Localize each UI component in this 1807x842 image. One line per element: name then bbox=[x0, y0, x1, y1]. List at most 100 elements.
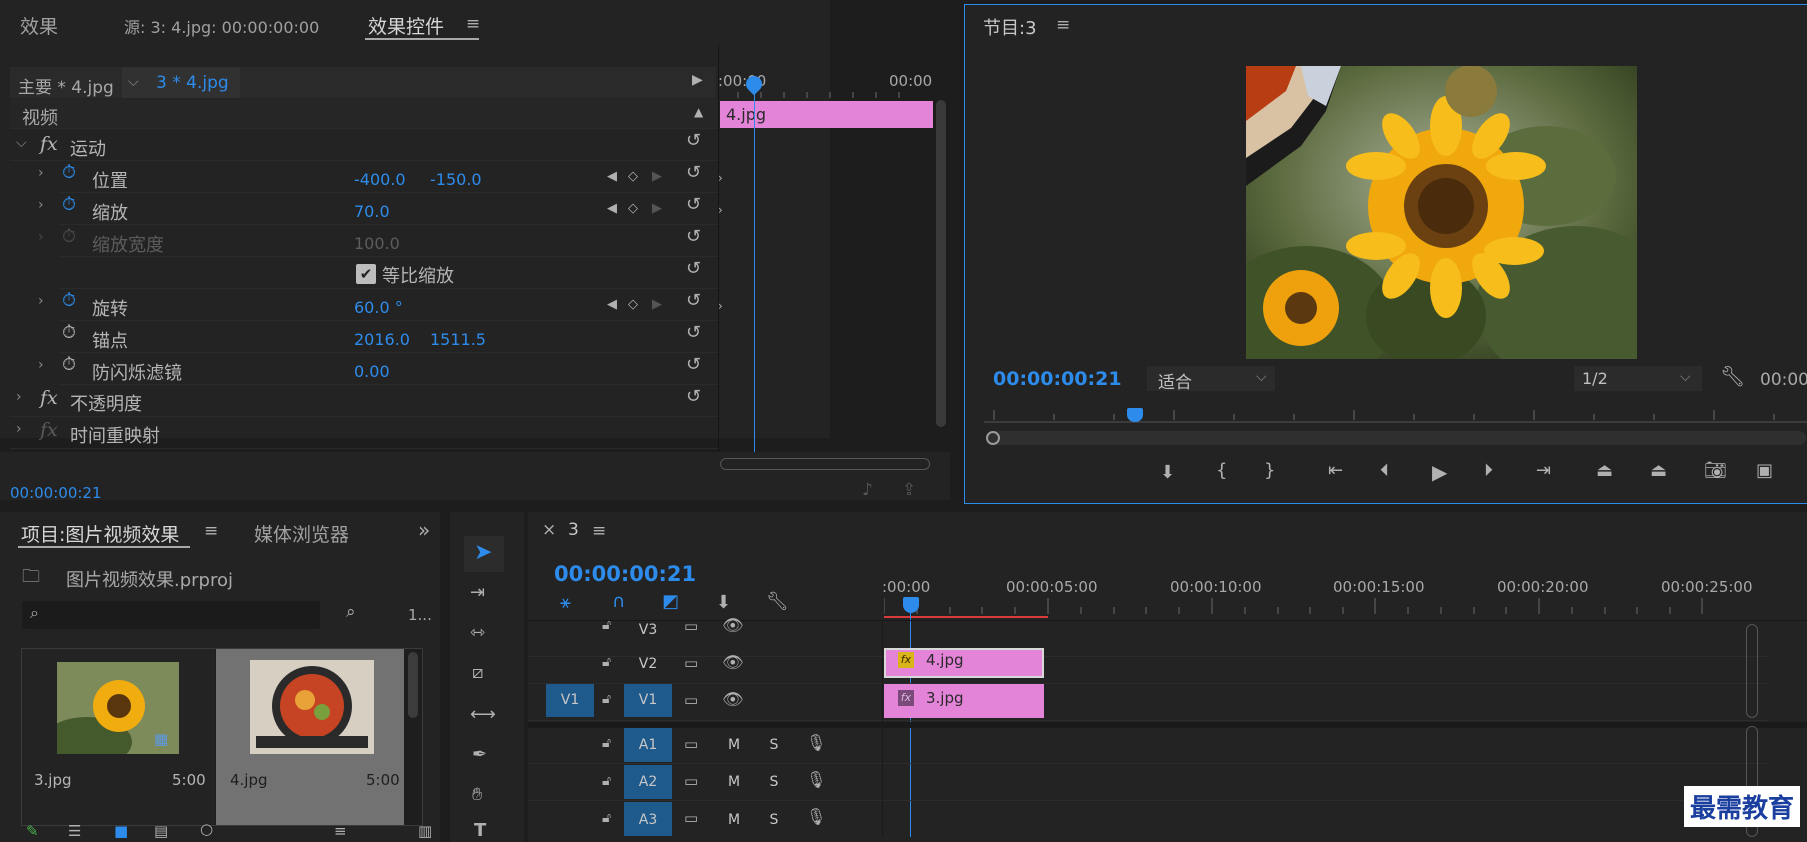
microphone-icon[interactable]: 🎙︎ bbox=[806, 809, 826, 825]
property-value[interactable]: 70.0 bbox=[354, 202, 390, 221]
add-marker-icon[interactable]: ⬇ bbox=[716, 594, 731, 612]
timeline-ruler-ticks[interactable] bbox=[884, 598, 1764, 618]
zoom-slider-icon[interactable]: ○ bbox=[200, 822, 213, 837]
chevron-down-icon[interactable]: ⌵ bbox=[128, 74, 139, 90]
slip-tool-icon[interactable]: ⟷ bbox=[470, 706, 496, 724]
add-keyframe-icon[interactable]: ◇ bbox=[628, 298, 638, 311]
program-timecode[interactable]: 00:00:00:21 bbox=[993, 368, 1122, 390]
next-keyframe-icon[interactable]: ▶ bbox=[652, 170, 662, 183]
checkbox-checked-icon[interactable]: ✔ bbox=[356, 264, 376, 284]
work-area-bar[interactable] bbox=[884, 616, 1048, 618]
sequence-tab[interactable]: 3 bbox=[568, 520, 579, 540]
extract-icon[interactable]: ⏏ bbox=[1650, 462, 1667, 480]
stopwatch-icon[interactable]: ⏱ bbox=[62, 164, 76, 182]
go-to-in-icon[interactable]: ⇤ bbox=[1328, 462, 1343, 480]
track-label[interactable]: V3 bbox=[628, 622, 668, 638]
expand-chevron-icon[interactable]: › bbox=[38, 197, 44, 213]
type-tool-icon[interactable]: T bbox=[474, 822, 486, 840]
pen-tool-icon[interactable]: ✒ bbox=[472, 746, 487, 764]
property-value-y[interactable]: 1511.5 bbox=[430, 330, 486, 349]
tab-project[interactable]: 项目:图片视频效果 bbox=[21, 520, 179, 547]
bin-scrollbar[interactable] bbox=[408, 652, 418, 718]
reset-icon[interactable]: ↺ bbox=[686, 356, 701, 374]
expand-chevron-icon[interactable]: › bbox=[16, 421, 22, 437]
lock-icon[interactable]: 🔓︎ bbox=[602, 655, 611, 669]
hamburger-icon[interactable]: ≡ bbox=[204, 523, 218, 540]
lock-icon[interactable]: 🔓︎ bbox=[602, 736, 611, 750]
property-value[interactable]: 60.0 ° bbox=[354, 298, 403, 317]
reset-icon[interactable]: ↺ bbox=[686, 324, 701, 342]
go-to-out-icon[interactable]: ⇥ bbox=[1536, 462, 1551, 480]
sync-lock-icon[interactable]: ▭ bbox=[684, 737, 698, 752]
sync-lock-icon[interactable]: ▭ bbox=[684, 693, 698, 708]
play-icon[interactable]: ▶ bbox=[1432, 462, 1447, 482]
zoom-handle-left[interactable] bbox=[986, 431, 1000, 445]
selection-tool-icon[interactable]: ➤ bbox=[474, 542, 492, 564]
hamburger-icon[interactable]: ≡ bbox=[464, 16, 482, 33]
expand-chevron-icon[interactable]: ⌵ bbox=[16, 135, 27, 151]
track-label[interactable]: V2 bbox=[628, 656, 668, 672]
razor-tool-icon[interactable]: ⧄ bbox=[472, 664, 483, 682]
timeline-timecode[interactable]: 00:00:00:21 bbox=[554, 562, 696, 586]
solo-button[interactable]: S bbox=[766, 812, 782, 828]
program-playhead[interactable] bbox=[1127, 408, 1143, 422]
add-marker-icon[interactable]: ⬇ bbox=[1160, 464, 1175, 482]
chevron-down-icon[interactable]: ⌵ bbox=[1680, 369, 1691, 385]
hamburger-icon[interactable]: ≡ bbox=[592, 523, 606, 540]
lock-icon[interactable]: 🔓︎ bbox=[602, 692, 611, 706]
sync-lock-icon[interactable]: ▭ bbox=[684, 619, 698, 634]
microphone-icon[interactable]: 🎙︎ bbox=[806, 772, 826, 788]
effect-controls-timecode[interactable]: 00:00:00:21 bbox=[10, 484, 102, 502]
fx-badge-icon[interactable]: fx bbox=[40, 133, 58, 155]
stopwatch-icon[interactable]: ⏱ bbox=[62, 324, 76, 342]
reset-icon[interactable]: ↺ bbox=[686, 260, 701, 278]
nest-toggle-icon[interactable]: ⚹ bbox=[560, 594, 571, 612]
export-icon[interactable]: ⇪ bbox=[902, 482, 916, 499]
tab-effect-controls[interactable]: 效果控件 bbox=[368, 12, 444, 39]
chevron-down-icon[interactable]: ⌵ bbox=[1256, 369, 1267, 385]
more-panels-icon[interactable]: » bbox=[418, 520, 430, 540]
mute-button[interactable]: M bbox=[726, 737, 742, 753]
lock-icon[interactable]: 🔓︎ bbox=[602, 618, 611, 632]
expand-chevron-icon[interactable]: › bbox=[38, 357, 44, 373]
eye-icon[interactable]: 👁︎ bbox=[722, 692, 744, 709]
eye-icon[interactable]: 👁︎ bbox=[722, 618, 744, 635]
thumbnail-4jpg[interactable] bbox=[250, 660, 374, 754]
prev-keyframe-icon[interactable]: ◀ bbox=[607, 170, 617, 183]
reset-icon[interactable]: ↺ bbox=[686, 292, 701, 310]
search-input[interactable] bbox=[22, 601, 320, 629]
timeline-scrollbar-video[interactable] bbox=[1746, 624, 1758, 718]
mute-button[interactable]: M bbox=[726, 812, 742, 828]
next-keyframe-icon[interactable]: ▶ bbox=[652, 298, 662, 311]
hamburger-icon[interactable]: ≡ bbox=[1056, 17, 1070, 34]
eye-icon[interactable]: 👁︎ bbox=[722, 655, 744, 672]
fx-badge-icon[interactable]: fx bbox=[40, 387, 58, 409]
timeline-playhead[interactable] bbox=[903, 597, 919, 613]
property-value-y[interactable]: -150.0 bbox=[430, 170, 482, 189]
ripple-edit-tool-icon[interactable]: ⇿ bbox=[470, 624, 485, 642]
tab-source[interactable]: 源: 3: 4.jpg: 00:00:00:00 bbox=[124, 14, 319, 38]
reset-icon[interactable]: ↺ bbox=[686, 132, 701, 150]
wrench-icon[interactable]: 🔧︎ bbox=[766, 593, 789, 611]
mark-in-icon[interactable]: { bbox=[1216, 462, 1227, 480]
property-value-x[interactable]: 2016.0 bbox=[354, 330, 410, 349]
sync-lock-icon[interactable]: ▭ bbox=[684, 774, 698, 789]
audio-loop-icon[interactable]: ♪ bbox=[862, 482, 873, 499]
camera-icon[interactable]: 📷︎ bbox=[1704, 462, 1727, 480]
expand-chevron-icon[interactable]: › bbox=[38, 293, 44, 309]
stopwatch-icon[interactable]: ⏱ bbox=[62, 196, 76, 214]
sequence-clip-label[interactable]: 3 * 4.jpg bbox=[156, 73, 229, 93]
sync-lock-icon[interactable]: ▭ bbox=[684, 656, 698, 671]
comparison-view-icon[interactable]: ▣ bbox=[1756, 462, 1773, 480]
program-video-frame[interactable] bbox=[1246, 66, 1637, 359]
add-keyframe-icon[interactable]: ◇ bbox=[628, 202, 638, 215]
reset-icon[interactable]: ↺ bbox=[686, 164, 701, 182]
collapse-up-icon[interactable]: ▲ bbox=[694, 106, 703, 118]
expand-chevron-icon[interactable]: › bbox=[16, 389, 22, 405]
add-keyframe-icon[interactable]: ◇ bbox=[628, 170, 638, 183]
program-zoom-bar[interactable] bbox=[986, 431, 1806, 445]
stopwatch-icon[interactable]: ⏱ bbox=[62, 292, 76, 310]
microphone-icon[interactable]: 🎙︎ bbox=[806, 735, 826, 751]
sync-lock-icon[interactable]: ▭ bbox=[684, 811, 698, 826]
reset-icon[interactable]: ↺ bbox=[686, 228, 701, 246]
